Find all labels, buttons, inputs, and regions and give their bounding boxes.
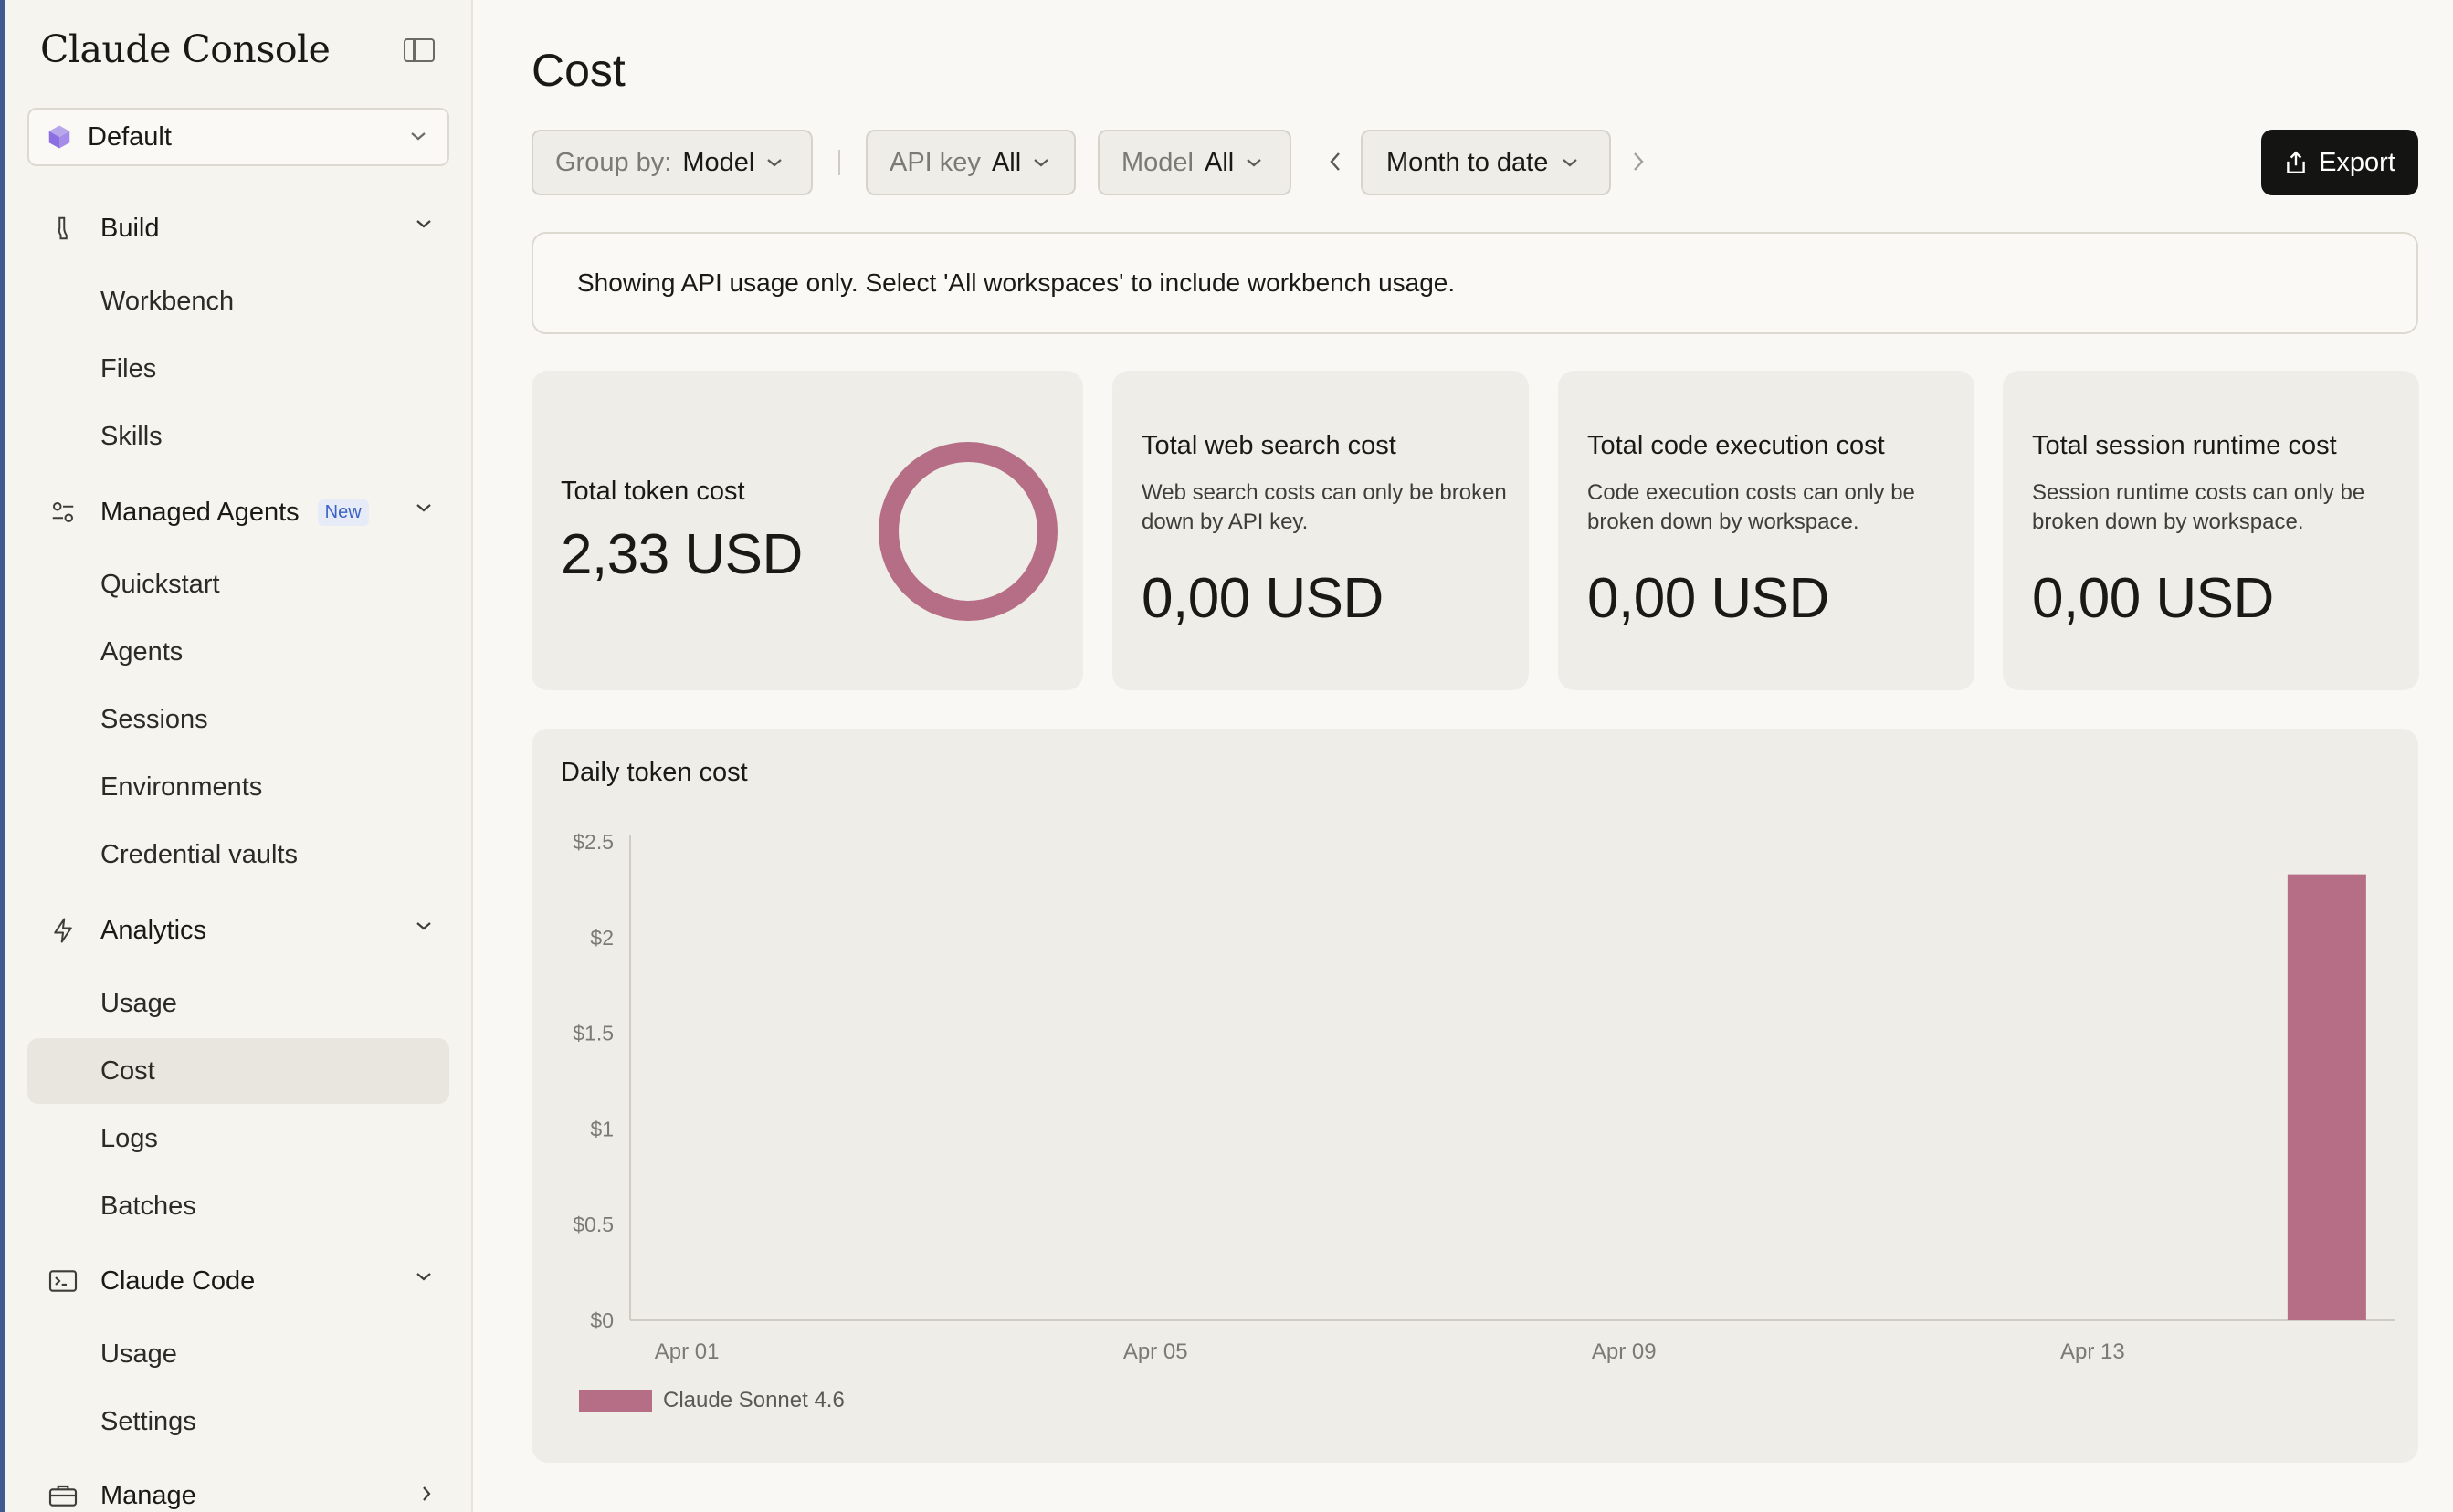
filter-value: All <box>1205 147 1235 177</box>
token-cost-donut <box>879 442 1058 621</box>
sidebar-item-claude-code-settings[interactable]: Settings <box>27 1389 449 1454</box>
x-tick-label: Apr 01 <box>655 1339 720 1364</box>
sidebar-item-sessions[interactable]: Sessions <box>27 687 449 752</box>
card-description: Session runtime costs can only be broken… <box>2032 480 2365 534</box>
nav-group-managed-agents[interactable]: Managed Agents New <box>27 487 449 538</box>
daily-token-cost-chart: $0 $0.5 $1 $1.5 $2 $2.5 Apr 01 Apr 05 Apr 09 Apr … <box>532 729 2418 1463</box>
usage-notice: Showing API usage only. Select 'All work… <box>532 232 2418 334</box>
filter-key: API key <box>890 147 981 177</box>
lightning-icon <box>47 915 79 946</box>
token-cost-card: Total token cost 2,33 USD <box>532 371 1083 690</box>
nav-group-claude-code[interactable]: Claude Code <box>27 1255 449 1307</box>
x-tick-label: Apr 09 <box>1592 1339 1657 1364</box>
chevron-down-icon <box>416 220 431 228</box>
briefcase-icon <box>47 1480 79 1511</box>
chevron-down-icon <box>416 504 431 512</box>
y-tick-label: $0 <box>590 1308 614 1332</box>
y-tick-label: $0.5 <box>573 1213 614 1236</box>
chevron-down-icon <box>1563 159 1578 167</box>
chevron-down-icon <box>767 159 783 167</box>
filter-key: Model <box>1121 147 1194 177</box>
sidebar-toggle-icon[interactable] <box>404 38 435 62</box>
card-description: Code execution costs can only be broken … <box>1587 480 1915 534</box>
y-tick-label: $2 <box>590 926 614 950</box>
y-tick-label: $2.5 <box>573 830 614 854</box>
filter-key: Group by: <box>555 147 672 177</box>
next-period-button[interactable] <box>1627 148 1649 175</box>
chevron-down-icon <box>1034 159 1048 167</box>
nav-group-label: Analytics <box>100 915 207 945</box>
sidebar-item-quickstart[interactable]: Quickstart <box>27 551 449 617</box>
date-range-filter[interactable]: Month to date <box>1361 130 1611 195</box>
card-value: 2,33 USD <box>561 523 803 586</box>
card-value: 0,00 USD <box>1142 567 1384 630</box>
sidebar-item-cost[interactable]: Cost <box>27 1038 449 1104</box>
sidebar-item-usage[interactable]: Usage <box>27 971 449 1036</box>
nav-group-analytics[interactable]: Analytics <box>27 905 449 956</box>
legend-swatch <box>579 1390 652 1412</box>
sidebar-item-workbench[interactable]: Workbench <box>27 268 449 334</box>
sidebar: Claude Console Default Build Workbench F… <box>5 0 473 1512</box>
api-key-filter[interactable]: API key All <box>866 130 1076 195</box>
terminal-icon <box>47 1265 79 1297</box>
chart-canvas: $0 $0.5 $1 $1.5 $2 $2.5 Apr 01 Apr 05 Apr 09 Apr … <box>573 830 2395 1364</box>
bar <box>2287 874 2366 1320</box>
card-title: Total token cost <box>561 477 745 506</box>
legend-label: Claude Sonnet 4.6 <box>663 1388 845 1412</box>
card-title: Total session runtime cost <box>2032 431 2337 460</box>
session-runtime-cost-card: Total session runtime cost Session runti… <box>2003 371 2419 690</box>
nav-group-label: Build <box>100 213 160 243</box>
x-tick-label: Apr 05 <box>1123 1339 1188 1364</box>
x-tick-label: Apr 13 <box>2060 1339 2125 1364</box>
filter-separator <box>838 150 840 175</box>
nav-group-label: Manage <box>100 1480 196 1510</box>
y-tick-label: $1.5 <box>573 1022 614 1045</box>
card-title: Total web search cost <box>1142 431 1396 460</box>
nav-group-label: Claude Code <box>100 1265 256 1296</box>
previous-period-button[interactable] <box>1324 148 1346 175</box>
card-value: 0,00 USD <box>1587 567 1829 630</box>
sidebar-item-agents[interactable]: Agents <box>27 619 449 685</box>
sidebar-item-claude-code-usage[interactable]: Usage <box>27 1321 449 1387</box>
sidebar-item-credential-vaults[interactable]: Credential vaults <box>27 822 449 887</box>
sidebar-item-environments[interactable]: Environments <box>27 754 449 820</box>
export-button[interactable]: Export <box>2261 130 2418 195</box>
nav-group-label: Managed Agents <box>100 497 300 527</box>
model-filter[interactable]: Model All <box>1098 130 1291 195</box>
cube-icon <box>48 125 70 149</box>
card-description: Web search costs can only be broken down… <box>1142 480 1507 534</box>
agents-icon <box>47 497 79 528</box>
chevron-down-icon <box>411 132 426 141</box>
chevron-down-icon <box>1247 159 1261 167</box>
card-title: Total code execution cost <box>1587 431 1885 460</box>
group-by-filter[interactable]: Group by: Model <box>532 130 813 195</box>
chevron-down-icon <box>416 1273 431 1281</box>
export-label: Export <box>2319 147 2395 177</box>
page-title: Cost <box>532 45 626 96</box>
code-execution-cost-card: Total code execution cost Code execution… <box>1558 371 1974 690</box>
nav-group-manage[interactable]: Manage <box>27 1470 449 1512</box>
nav-group-build[interactable]: Build <box>27 203 449 254</box>
filter-value: All <box>991 147 1022 177</box>
workspace-select[interactable]: Default <box>27 108 449 166</box>
card-value: 0,00 USD <box>2032 567 2274 630</box>
sidebar-item-files[interactable]: Files <box>27 336 449 402</box>
chart-title: Daily token cost <box>561 758 748 787</box>
date-range-value: Month to date <box>1386 147 1549 177</box>
chevron-down-icon <box>416 922 431 930</box>
filter-value: Model <box>682 147 755 177</box>
chevron-right-icon <box>423 1486 431 1501</box>
app-title: Claude Console <box>40 27 331 71</box>
brush-icon <box>47 213 79 244</box>
sidebar-item-skills[interactable]: Skills <box>27 404 449 469</box>
web-search-cost-card: Total web search cost Web search costs c… <box>1112 371 1529 690</box>
chart-legend: Claude Sonnet 4.6 <box>579 1388 845 1413</box>
sidebar-item-logs[interactable]: Logs <box>27 1106 449 1171</box>
share-icon <box>2287 151 2305 173</box>
y-tick-label: $1 <box>590 1117 614 1140</box>
new-badge: New <box>317 499 369 526</box>
workspace-label: Default <box>88 121 172 152</box>
sidebar-item-batches[interactable]: Batches <box>27 1173 449 1239</box>
